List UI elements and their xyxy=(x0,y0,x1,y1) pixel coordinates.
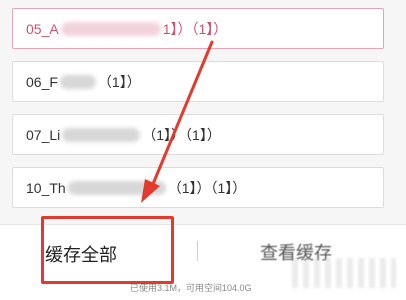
annotation-arrow xyxy=(141,40,214,203)
